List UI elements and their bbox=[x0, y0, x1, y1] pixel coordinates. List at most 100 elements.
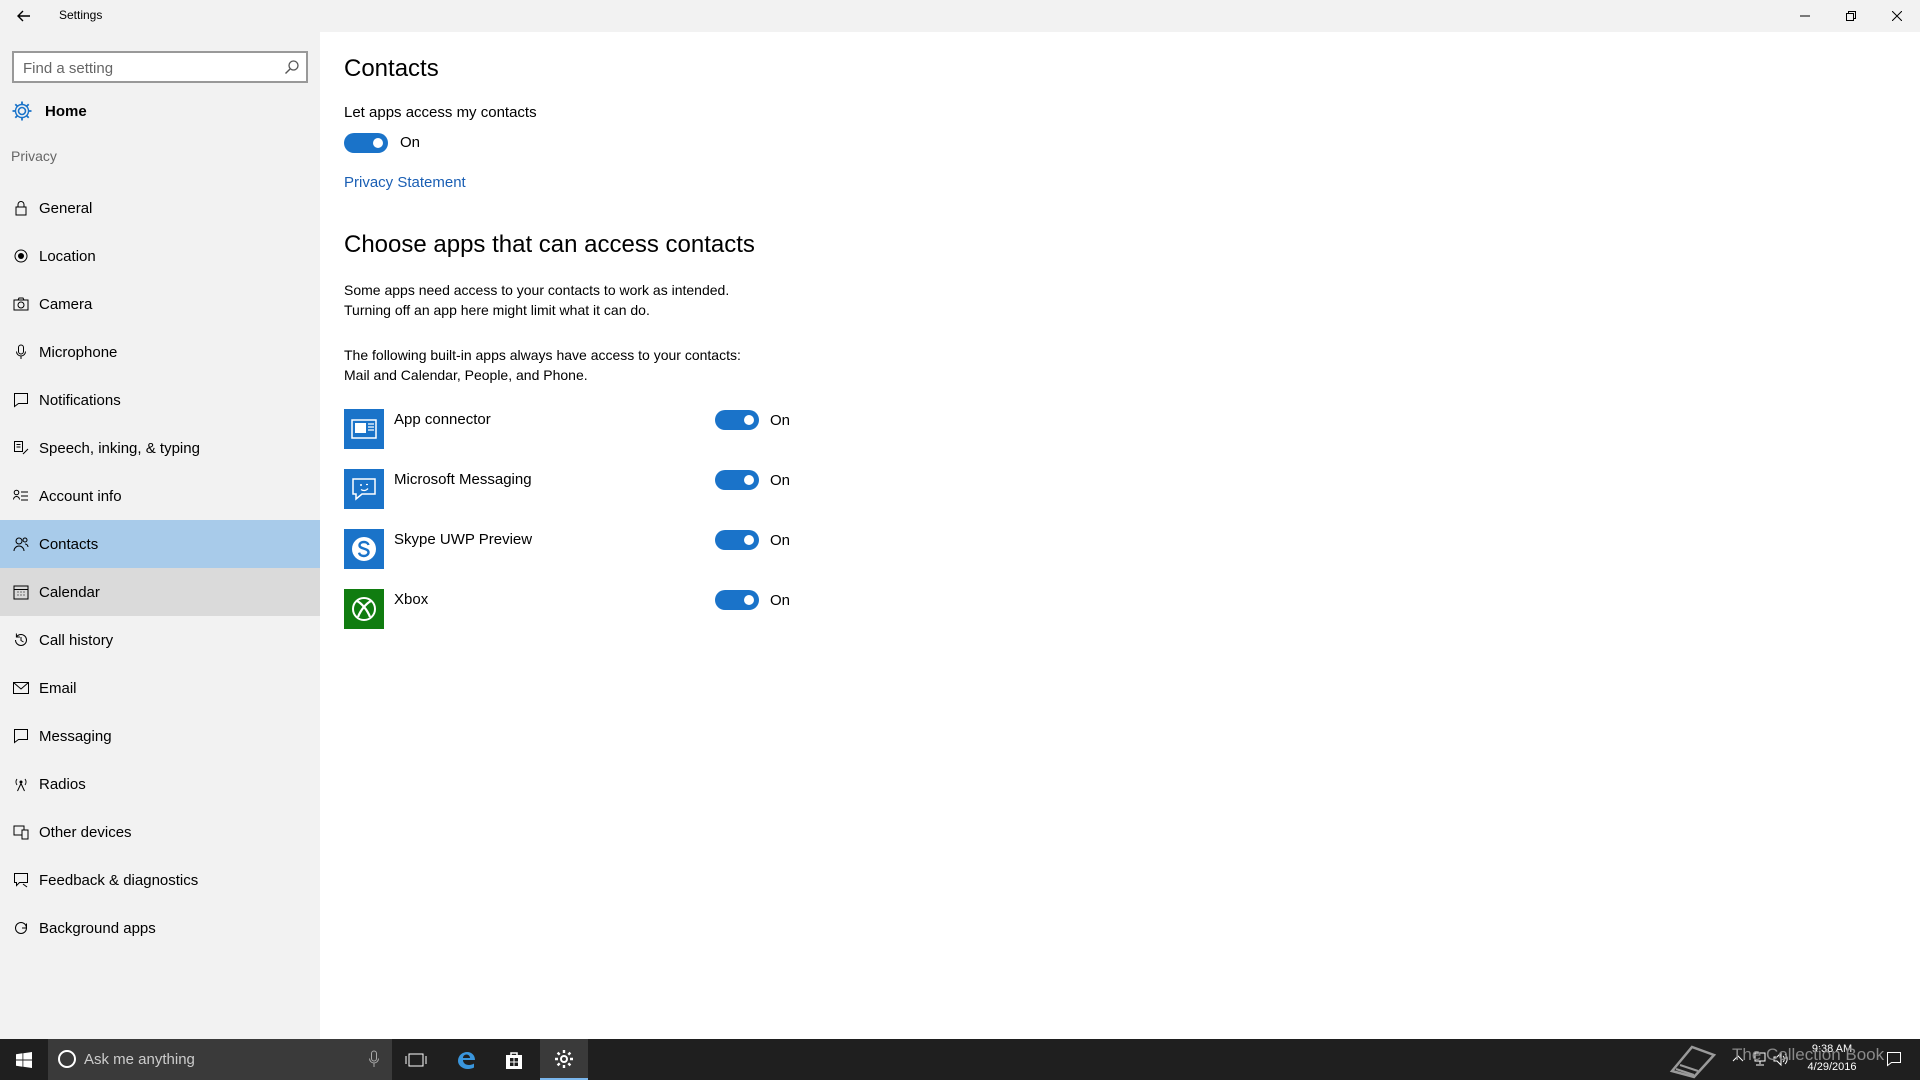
sidebar-item-label: Notifications bbox=[39, 391, 121, 409]
app-toggle-state: On bbox=[770, 472, 791, 489]
back-arrow-icon bbox=[17, 10, 30, 22]
feedback-icon bbox=[13, 872, 29, 888]
sidebar-item-contacts[interactable]: Contacts bbox=[0, 520, 320, 568]
sidebar-item-label: Email bbox=[39, 679, 77, 697]
sidebar-item-radios[interactable]: Radios bbox=[0, 760, 320, 808]
edge-button[interactable] bbox=[442, 1039, 490, 1080]
sidebar-item-label: General bbox=[39, 199, 93, 217]
action-center-icon[interactable] bbox=[1886, 1051, 1902, 1067]
toggle-knob bbox=[744, 595, 754, 605]
app-name: App connector bbox=[394, 411, 491, 428]
close-button[interactable] bbox=[1874, 0, 1920, 32]
edge-icon bbox=[458, 1051, 475, 1069]
sidebar-item-label: Messaging bbox=[39, 727, 112, 745]
speech-icon bbox=[13, 440, 29, 456]
store-button[interactable] bbox=[490, 1039, 538, 1080]
task-view-button[interactable] bbox=[392, 1039, 440, 1080]
gear-icon bbox=[12, 101, 32, 121]
app-row-app-connector: App connector On bbox=[344, 409, 804, 449]
sidebar-item-label: Other devices bbox=[39, 823, 132, 841]
builtin-paragraph: The following built-in apps always have … bbox=[344, 345, 804, 385]
section-label: Privacy bbox=[11, 148, 57, 164]
book-watermark-icon bbox=[1669, 1045, 1717, 1079]
sidebar-item-account-info[interactable]: Account info bbox=[0, 472, 320, 520]
cortana-search[interactable]: Ask me anything bbox=[48, 1039, 392, 1080]
sidebar-item-microphone[interactable]: Microphone bbox=[0, 328, 320, 376]
sidebar-item-label: Camera bbox=[39, 295, 93, 313]
sidebar-item-background-apps[interactable]: Background apps bbox=[0, 904, 320, 952]
toggle-state-label: On bbox=[400, 134, 421, 151]
microphone-icon bbox=[13, 344, 29, 360]
sidebar-item-email[interactable]: Email bbox=[0, 664, 320, 712]
start-button[interactable] bbox=[0, 1039, 48, 1080]
intro-paragraph: Some apps need access to your contacts t… bbox=[344, 280, 804, 320]
sidebar-item-calendar[interactable]: Calendar bbox=[0, 568, 320, 616]
xbox-toggle[interactable] bbox=[715, 590, 759, 610]
sidebar-item-general[interactable]: General bbox=[0, 184, 320, 232]
sidebar-item-notifications[interactable]: Notifications bbox=[0, 376, 320, 424]
app-row-skype: Skype UWP Preview On bbox=[344, 529, 804, 569]
close-icon bbox=[1892, 11, 1902, 21]
gear-icon bbox=[555, 1049, 573, 1068]
xbox-icon bbox=[344, 589, 384, 629]
microsoft-messaging-toggle[interactable] bbox=[715, 470, 759, 490]
lock-icon bbox=[13, 200, 29, 216]
sidebar-item-speech[interactable]: Speech, inking, & typing bbox=[0, 424, 320, 472]
window-title: Settings bbox=[59, 8, 103, 22]
app-connector-icon bbox=[344, 409, 384, 449]
contacts-icon bbox=[13, 536, 29, 552]
taskbar: Ask me anything 9:38 AM 4/29/2016 The Co… bbox=[0, 1039, 1920, 1080]
restore-button[interactable] bbox=[1828, 0, 1874, 32]
watermark-text: The Collection Book bbox=[1732, 1045, 1885, 1064]
sidebar-item-label: Account info bbox=[39, 487, 122, 505]
app-row-microsoft-messaging: Microsoft Messaging On bbox=[344, 469, 804, 509]
email-icon bbox=[13, 680, 29, 696]
sidebar-item-messaging[interactable]: Messaging bbox=[0, 712, 320, 760]
toggle-knob bbox=[373, 138, 383, 148]
store-icon bbox=[506, 1051, 522, 1069]
toggle-knob bbox=[744, 415, 754, 425]
sidebar-item-label: Microphone bbox=[39, 343, 118, 361]
app-connector-toggle[interactable] bbox=[715, 410, 759, 430]
location-icon bbox=[13, 248, 29, 264]
app-name: Xbox bbox=[394, 591, 429, 608]
app-toggle-state: On bbox=[770, 592, 791, 609]
title-bar: Settings bbox=[0, 0, 1920, 32]
find-setting-search[interactable]: Find a setting bbox=[12, 51, 308, 83]
camera-icon bbox=[13, 296, 29, 312]
skype-icon bbox=[344, 529, 384, 569]
builtin-line-2: Mail and Calendar, People, and Phone. bbox=[344, 367, 588, 383]
microphone-icon bbox=[369, 1050, 379, 1067]
sidebar-item-label: Radios bbox=[39, 775, 86, 793]
restore-icon bbox=[1846, 11, 1856, 21]
contacts-access-toggle[interactable] bbox=[344, 133, 388, 153]
home-link[interactable]: Home bbox=[11, 96, 87, 126]
intro-line-1: Some apps need access to your contacts t… bbox=[344, 282, 730, 298]
task-view-icon bbox=[405, 1053, 427, 1066]
privacy-nav: General Location Camera Microphone Notif… bbox=[0, 184, 320, 952]
search-placeholder: Find a setting bbox=[23, 60, 114, 77]
search-icon bbox=[285, 60, 299, 74]
toggle-knob bbox=[744, 535, 754, 545]
sidebar-item-camera[interactable]: Camera bbox=[0, 280, 320, 328]
sidebar-item-call-history[interactable]: Call history bbox=[0, 616, 320, 664]
skype-toggle[interactable] bbox=[715, 530, 759, 550]
settings-taskbar-button[interactable] bbox=[540, 1039, 588, 1080]
minimize-button[interactable] bbox=[1782, 0, 1828, 32]
sidebar-item-location[interactable]: Location bbox=[0, 232, 320, 280]
messaging-icon bbox=[13, 728, 29, 744]
sidebar-item-other-devices[interactable]: Other devices bbox=[0, 808, 320, 856]
sidebar-item-label: Contacts bbox=[39, 535, 99, 553]
toggle-knob bbox=[744, 475, 754, 485]
messaging-app-icon bbox=[344, 469, 384, 509]
devices-icon bbox=[13, 824, 29, 840]
sidebar-item-label: Feedback & diagnostics bbox=[39, 871, 199, 889]
notifications-icon bbox=[13, 392, 29, 408]
builtin-line-1: The following built-in apps always have … bbox=[344, 347, 741, 363]
privacy-statement-link[interactable]: Privacy Statement bbox=[344, 174, 466, 191]
minimize-icon bbox=[1800, 15, 1810, 17]
sidebar: Find a setting Home Privacy General Loca… bbox=[0, 32, 320, 1039]
sidebar-item-feedback[interactable]: Feedback & diagnostics bbox=[0, 856, 320, 904]
sidebar-item-label: Calendar bbox=[39, 583, 100, 601]
back-button[interactable] bbox=[10, 4, 38, 28]
